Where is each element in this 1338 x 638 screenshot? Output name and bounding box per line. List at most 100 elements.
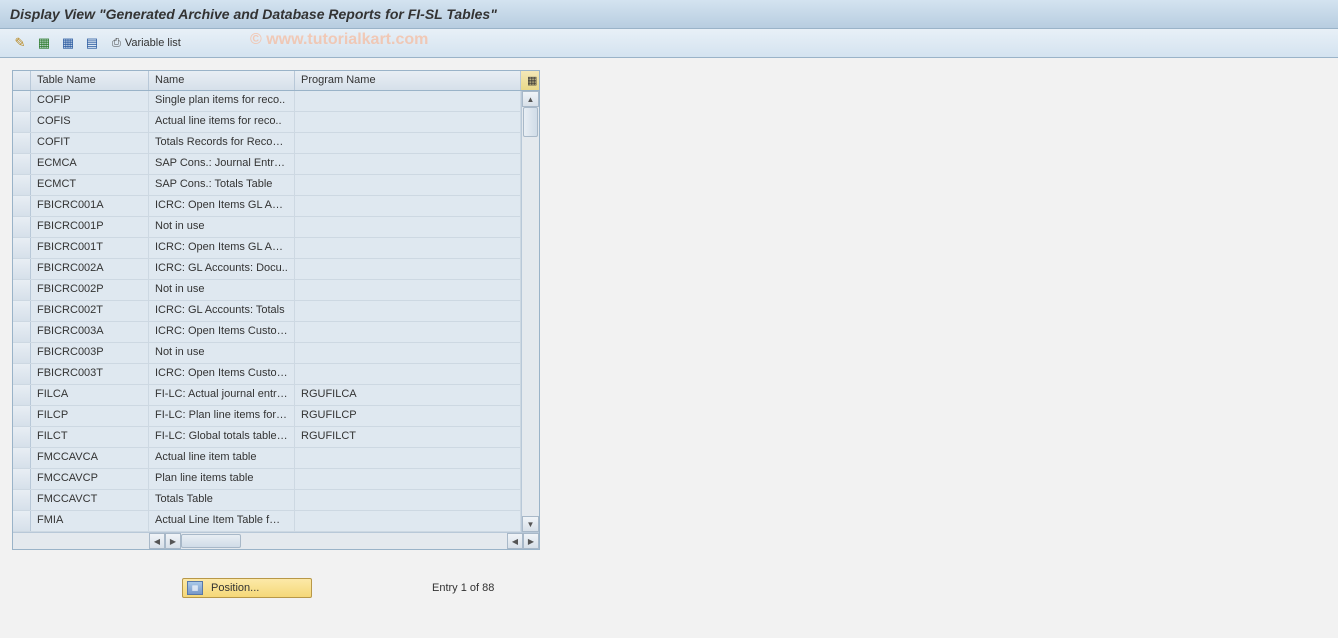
scroll-up-button[interactable]: ▲ xyxy=(522,91,539,107)
cell-program-name[interactable] xyxy=(295,343,521,363)
cell-name[interactable]: SAP Cons.: Totals Table xyxy=(149,175,295,195)
cell-table-name[interactable]: FBICRC001P xyxy=(31,217,149,237)
cell-program-name[interactable] xyxy=(295,469,521,489)
cell-program-name[interactable] xyxy=(295,154,521,174)
row-selector[interactable] xyxy=(13,427,31,447)
cell-table-name[interactable]: FBICRC003P xyxy=(31,343,149,363)
cell-table-name[interactable]: ECMCT xyxy=(31,175,149,195)
col-name[interactable]: Name xyxy=(149,71,295,90)
row-selector[interactable] xyxy=(13,91,31,111)
cell-program-name[interactable]: RGUFILCA xyxy=(295,385,521,405)
cell-table-name[interactable]: FBICRC003T xyxy=(31,364,149,384)
cell-program-name[interactable] xyxy=(295,91,521,111)
scroll-track[interactable] xyxy=(522,107,539,516)
cell-program-name[interactable] xyxy=(295,217,521,237)
cell-table-name[interactable]: FMIA xyxy=(31,511,149,531)
row-selector[interactable] xyxy=(13,175,31,195)
hscroll-right-button[interactable]: ▶ xyxy=(165,533,181,549)
col-selector[interactable] xyxy=(13,71,31,90)
cell-program-name[interactable] xyxy=(295,175,521,195)
cell-table-name[interactable]: COFIP xyxy=(31,91,149,111)
cell-program-name[interactable] xyxy=(295,259,521,279)
cell-name[interactable]: FI-LC: Actual journal entr… xyxy=(149,385,295,405)
cell-name[interactable]: Not in use xyxy=(149,280,295,300)
cell-name[interactable]: Not in use xyxy=(149,217,295,237)
cell-name[interactable]: ICRC: GL Accounts: Totals xyxy=(149,301,295,321)
cell-name[interactable]: ICRC: Open Items Custo… xyxy=(149,364,295,384)
row-selector[interactable] xyxy=(13,259,31,279)
cell-table-name[interactable]: COFIT xyxy=(31,133,149,153)
cell-table-name[interactable]: FBICRC002A xyxy=(31,259,149,279)
cell-program-name[interactable] xyxy=(295,238,521,258)
change-mode-button[interactable] xyxy=(10,33,30,53)
cell-program-name[interactable] xyxy=(295,133,521,153)
cell-table-name[interactable]: FBICRC001A xyxy=(31,196,149,216)
configure-columns-button[interactable]: ▦ xyxy=(521,71,539,90)
vertical-scrollbar[interactable]: ▲ ▼ xyxy=(521,91,539,532)
row-selector[interactable] xyxy=(13,196,31,216)
row-selector[interactable] xyxy=(13,406,31,426)
hscroll-left2-button[interactable]: ◀ xyxy=(507,533,523,549)
cell-name[interactable]: ICRC: Open Items GL Ac… xyxy=(149,196,295,216)
row-selector[interactable] xyxy=(13,322,31,342)
variable-list-button[interactable]: Variable list xyxy=(112,37,181,50)
hscroll-right2-button[interactable]: ▶ xyxy=(523,533,539,549)
cell-name[interactable]: Plan line items table xyxy=(149,469,295,489)
cell-name[interactable]: Not in use xyxy=(149,343,295,363)
row-selector[interactable] xyxy=(13,448,31,468)
row-selector[interactable] xyxy=(13,238,31,258)
cell-table-name[interactable]: FILCP xyxy=(31,406,149,426)
row-selector[interactable] xyxy=(13,301,31,321)
col-table-name[interactable]: Table Name xyxy=(31,71,149,90)
cell-program-name[interactable] xyxy=(295,280,521,300)
col-program-name[interactable]: Program Name xyxy=(295,71,521,90)
cell-name[interactable]: Single plan items for reco.. xyxy=(149,91,295,111)
cell-program-name[interactable] xyxy=(295,196,521,216)
cell-program-name[interactable] xyxy=(295,112,521,132)
cell-name[interactable]: FI-LC: Global totals table … xyxy=(149,427,295,447)
row-selector[interactable] xyxy=(13,343,31,363)
row-selector[interactable] xyxy=(13,385,31,405)
cell-program-name[interactable]: RGUFILCP xyxy=(295,406,521,426)
hscroll-thumb[interactable] xyxy=(181,534,241,548)
cell-name[interactable]: ICRC: Open Items GL Ac… xyxy=(149,238,295,258)
scroll-down-button[interactable]: ▼ xyxy=(522,516,539,532)
cell-program-name[interactable] xyxy=(295,364,521,384)
cell-table-name[interactable]: FMCCAVCA xyxy=(31,448,149,468)
cell-table-name[interactable]: ECMCA xyxy=(31,154,149,174)
cell-table-name[interactable]: FMCCAVCT xyxy=(31,490,149,510)
cell-table-name[interactable]: FILCT xyxy=(31,427,149,447)
cell-name[interactable]: ICRC: GL Accounts: Docu.. xyxy=(149,259,295,279)
row-selector[interactable] xyxy=(13,112,31,132)
row-selector[interactable] xyxy=(13,469,31,489)
cell-name[interactable]: Actual Line Item Table f… xyxy=(149,511,295,531)
cell-program-name[interactable] xyxy=(295,448,521,468)
deselect-all-button[interactable] xyxy=(58,33,78,53)
row-selector[interactable] xyxy=(13,217,31,237)
row-selector[interactable] xyxy=(13,133,31,153)
cell-program-name[interactable]: RGUFILCT xyxy=(295,427,521,447)
row-selector[interactable] xyxy=(13,280,31,300)
hscroll-track[interactable] xyxy=(181,533,321,549)
row-selector[interactable] xyxy=(13,511,31,531)
select-all-button[interactable] xyxy=(34,33,54,53)
cell-program-name[interactable] xyxy=(295,490,521,510)
cell-program-name[interactable] xyxy=(295,301,521,321)
scroll-thumb[interactable] xyxy=(523,107,538,137)
cell-table-name[interactable]: FBICRC002P xyxy=(31,280,149,300)
cell-table-name[interactable]: FBICRC003A xyxy=(31,322,149,342)
cell-table-name[interactable]: FBICRC001T xyxy=(31,238,149,258)
select-block-button[interactable] xyxy=(82,33,102,53)
hscroll-left-button[interactable]: ◀ xyxy=(149,533,165,549)
row-selector[interactable] xyxy=(13,490,31,510)
cell-name[interactable]: Totals Records for Recon… xyxy=(149,133,295,153)
cell-name[interactable]: Actual line items for reco.. xyxy=(149,112,295,132)
cell-table-name[interactable]: FILCA xyxy=(31,385,149,405)
cell-program-name[interactable] xyxy=(295,511,521,531)
cell-name[interactable]: FI-LC: Plan line items for … xyxy=(149,406,295,426)
cell-table-name[interactable]: FBICRC002T xyxy=(31,301,149,321)
row-selector[interactable] xyxy=(13,154,31,174)
cell-name[interactable]: Actual line item table xyxy=(149,448,295,468)
row-selector[interactable] xyxy=(13,364,31,384)
cell-name[interactable]: Totals Table xyxy=(149,490,295,510)
